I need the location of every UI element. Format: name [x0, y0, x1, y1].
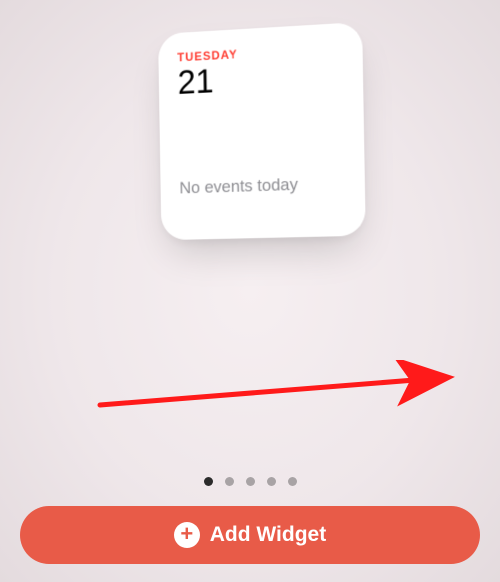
add-widget-button[interactable]: + Add Widget — [20, 506, 480, 564]
calendar-day-number: 21 — [177, 58, 343, 102]
page-dot[interactable] — [288, 477, 297, 486]
calendar-events-text: No events today — [179, 173, 345, 198]
page-dot[interactable] — [225, 477, 234, 486]
page-indicator — [0, 477, 500, 486]
widget-chooser-stage: TUESDAY 21 No events today — [0, 0, 500, 582]
plus-circle-icon: + — [174, 522, 200, 548]
page-dot[interactable] — [267, 477, 276, 486]
add-widget-label: Add Widget — [210, 523, 326, 547]
calendar-widget-card[interactable]: TUESDAY 21 No events today — [158, 22, 366, 240]
page-dot[interactable] — [246, 477, 255, 486]
page-dot[interactable] — [204, 477, 213, 486]
widget-card-track[interactable]: TUESDAY 21 No events today — [0, 20, 500, 280]
